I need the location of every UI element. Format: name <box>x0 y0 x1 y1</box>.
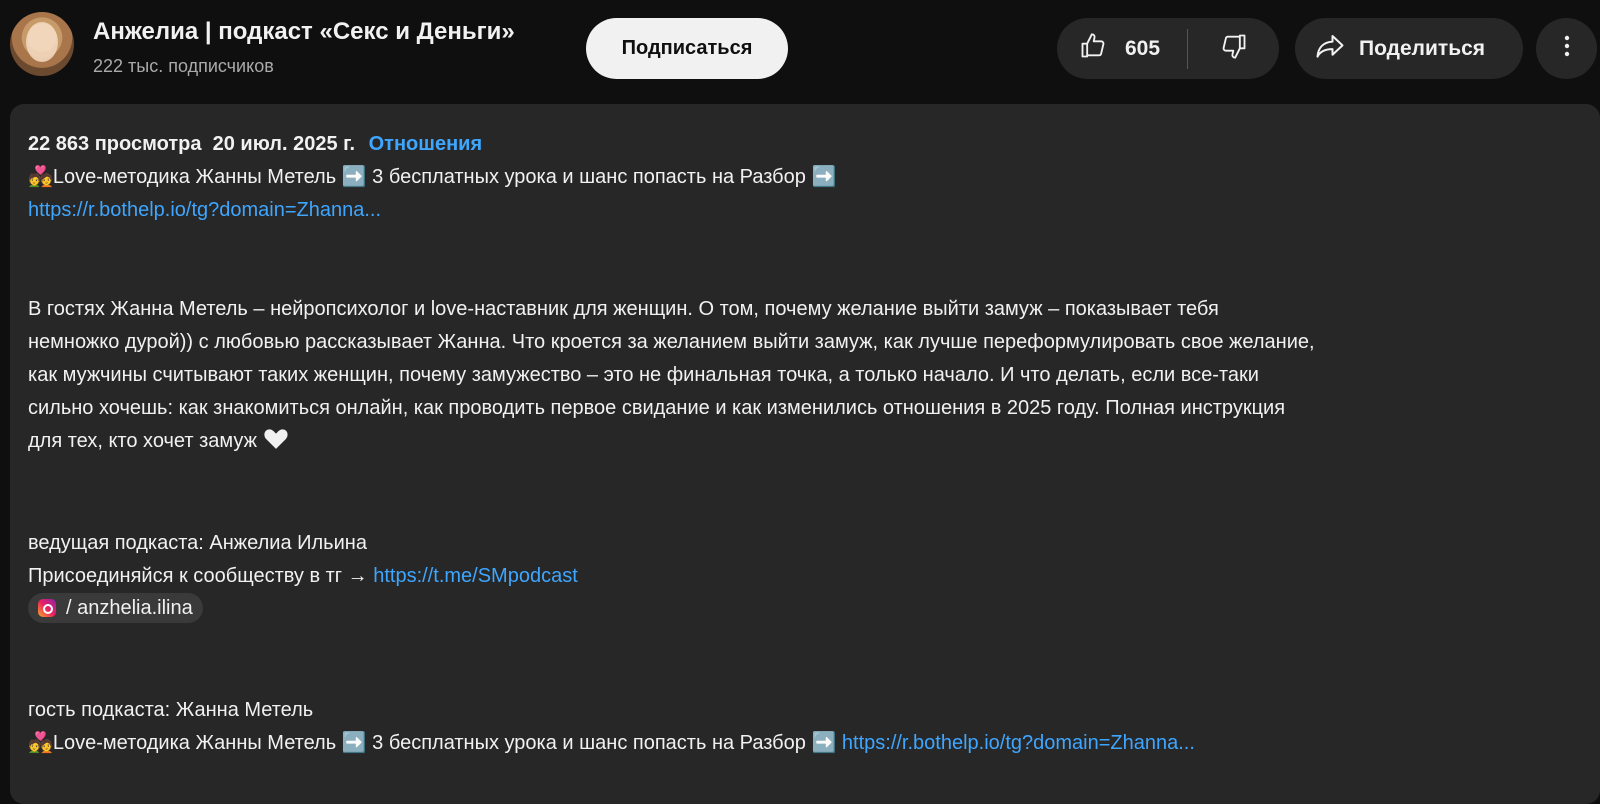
subscriber-count: 222 тыс. подписчиков <box>93 56 274 76</box>
upload-date: 20 июл. 2025 г. <box>212 133 356 155</box>
dislike-button[interactable] <box>1188 18 1279 79</box>
description-paragraph-1: В гостях Жанна Метель – нейропсихолог и … <box>28 298 1219 320</box>
share-label: Поделиться <box>1359 36 1486 60</box>
view-count: 22 863 просмотра <box>28 133 202 155</box>
video-meta: 22 863 просмотра 20 июл. 2025 г. Отношен… <box>28 128 1582 161</box>
instagram-icon <box>38 599 56 617</box>
instagram-chip[interactable]: / anzhelia.ilina <box>28 593 203 623</box>
instagram-handle: / anzhelia.ilina <box>66 597 193 619</box>
promo-text: Love-методика Жанны Метель ➡️ 3 бесплатн… <box>52 166 837 188</box>
category-tag[interactable]: Отношения <box>369 133 483 155</box>
couple-emoji-icon: 💑 <box>28 166 53 188</box>
channel-avatar[interactable] <box>10 12 74 76</box>
description-paragraph-2: немножко дурой)) с любовью рассказывает … <box>28 331 1315 353</box>
host-line: ведущая подкаста: Анжелиа Ильина <box>28 532 367 554</box>
thumbs-up-icon <box>1079 32 1107 65</box>
description-paragraph-4: сильно хочешь: как знакомиться онлайн, к… <box>28 397 1286 419</box>
share-button[interactable]: Поделиться <box>1295 18 1523 79</box>
couple-emoji-icon: 💑 <box>28 732 53 754</box>
share-arrow-icon <box>1315 32 1345 65</box>
description-paragraph-5: для тех, кто хочет замуж <box>28 425 1582 461</box>
community-link[interactable]: https://t.me/SMpodcast <box>373 565 578 587</box>
description-box[interactable]: 22 863 просмотра 20 июл. 2025 г. Отношен… <box>10 104 1600 804</box>
thumbs-down-icon <box>1220 32 1248 65</box>
promo-link[interactable]: https://r.bothelp.io/tg?domain=Zhanna... <box>28 199 381 221</box>
guest-line: гость подкаста: Жанна Метель <box>28 699 314 721</box>
more-dots-icon <box>1564 34 1570 63</box>
guest-promo-text: Love-методика Жанны Метель ➡️ 3 бесплатн… <box>52 732 837 754</box>
description-paragraph-5-text: для тех, кто хочет замуж <box>28 430 257 452</box>
promo-line: 💑Love-методика Жанны Метель ➡️ 3 бесплат… <box>28 161 1582 194</box>
guest-promo-line: 💑Love-методика Жанны Метель ➡️ 3 бесплат… <box>28 727 1582 760</box>
description-paragraph-3: как мужчины считывают таких женщин, поче… <box>28 364 1259 386</box>
more-actions-button[interactable] <box>1536 18 1597 79</box>
channel-name[interactable]: Анжелиа | подкаст «Секс и Деньги» <box>93 18 515 46</box>
community-text: Присоединяйся к сообществу в тг → <box>28 565 368 587</box>
white-heart-icon <box>263 426 289 461</box>
community-line: Присоединяйся к сообществу в тг → https:… <box>28 560 1582 593</box>
guest-promo-link[interactable]: https://r.bothelp.io/tg?domain=Zhanna... <box>842 732 1195 754</box>
like-count: 605 <box>1125 36 1161 60</box>
like-dislike-group: 605 <box>1057 18 1279 79</box>
like-button[interactable]: 605 <box>1057 18 1187 79</box>
subscribe-button[interactable]: Подписаться <box>586 18 788 79</box>
